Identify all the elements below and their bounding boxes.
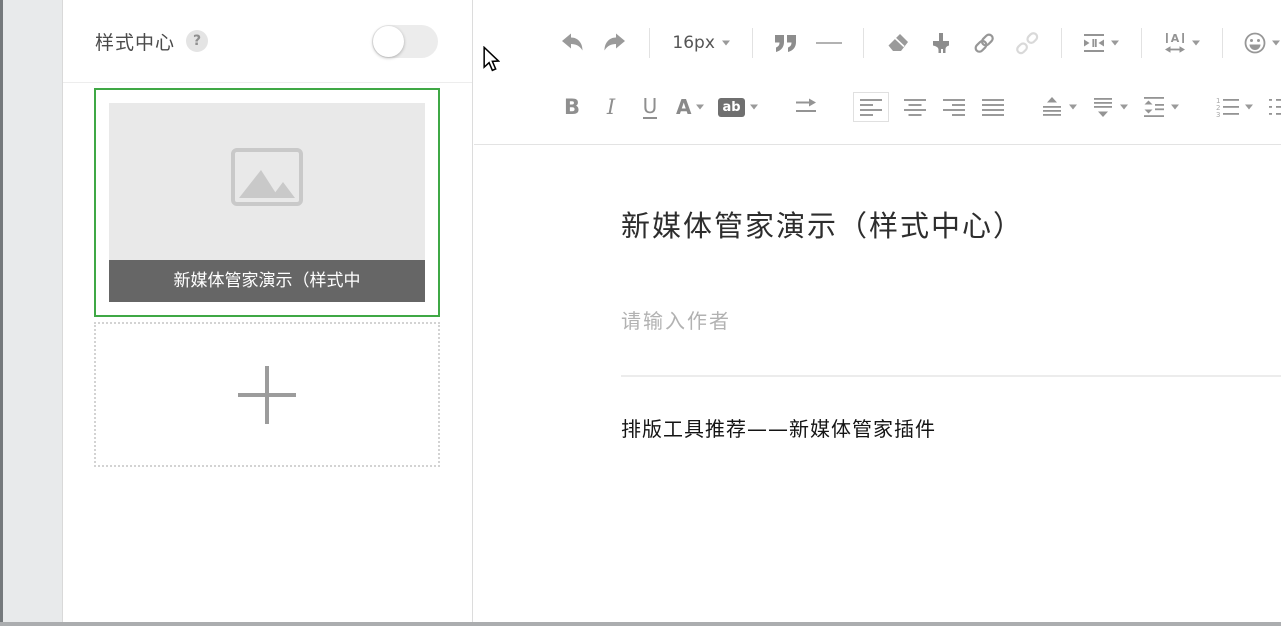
space-after-icon — [1091, 96, 1115, 118]
template-thumbnail: 新媒体管家演示（样式中 — [109, 103, 425, 302]
unlink-icon[interactable] — [1014, 26, 1040, 60]
chevron-down-icon — [1192, 40, 1201, 46]
side-margin-dropdown[interactable] — [1082, 31, 1120, 55]
template-caption: 新媒体管家演示（样式中 — [109, 260, 425, 302]
letter-spacing-dropdown[interactable]: A — [1163, 31, 1201, 55]
panel-title: 样式中心 — [95, 28, 175, 55]
editor-panel: 16px — [474, 0, 1281, 622]
chevron-down-icon — [696, 104, 705, 110]
chevron-down-icon — [1272, 40, 1281, 46]
toggle-knob — [373, 26, 404, 57]
svg-text:A: A — [1170, 32, 1179, 45]
link-icon[interactable] — [971, 26, 997, 60]
highlight-color-button: ab — [718, 98, 744, 117]
align-justify-button[interactable] — [980, 90, 1006, 124]
first-line-indent-button[interactable] — [793, 90, 819, 124]
ordered-list-dropdown[interactable]: 1 2 3 — [1214, 96, 1254, 118]
underline-button[interactable]: U — [643, 95, 658, 119]
add-style-button[interactable] — [94, 322, 440, 467]
style-template-card[interactable]: 新媒体管家演示（样式中 — [94, 88, 440, 317]
chevron-down-icon — [1120, 104, 1129, 110]
line-height-icon — [1142, 96, 1166, 118]
format-painter-icon[interactable] — [928, 26, 954, 60]
chevron-down-icon — [1245, 104, 1254, 110]
align-left-button[interactable] — [853, 92, 889, 122]
space-before-dropdown[interactable] — [1040, 96, 1078, 118]
article-body-text[interactable]: 排版工具推荐——新媒体管家插件 — [621, 413, 936, 442]
author-input-placeholder[interactable]: 请输入作者 — [621, 305, 731, 334]
toolbar-row-2: B I U A ab — [474, 76, 1281, 138]
horizontal-rule-button[interactable] — [816, 26, 842, 60]
chevron-down-icon — [750, 104, 759, 110]
letter-spacing-icon: A — [1163, 31, 1187, 55]
toolbar-row-1: 16px — [474, 10, 1281, 76]
bottom-window-edge — [0, 622, 1281, 626]
chevron-down-icon — [1069, 104, 1078, 110]
font-color-button: A — [676, 95, 691, 119]
font-size-value: 16px — [670, 33, 716, 53]
unordered-list-button[interactable] — [1267, 90, 1281, 124]
style-center-toggle[interactable] — [372, 25, 438, 58]
emoji-dropdown[interactable] — [1243, 31, 1281, 55]
chevron-down-icon — [1111, 40, 1120, 46]
highlight-color-dropdown[interactable]: ab — [718, 98, 758, 117]
blockquote-button[interactable] — [773, 26, 799, 60]
font-color-dropdown[interactable]: A — [676, 95, 705, 119]
chevron-down-icon — [722, 40, 731, 46]
space-after-dropdown[interactable] — [1091, 96, 1129, 118]
emoji-icon — [1243, 31, 1267, 55]
font-size-dropdown[interactable]: 16px — [670, 33, 730, 53]
italic-button[interactable]: I — [598, 90, 624, 124]
chevron-down-icon — [1171, 104, 1180, 110]
editor-toolbar: 16px — [474, 0, 1281, 145]
help-icon[interactable]: ? — [186, 30, 208, 52]
redo-button[interactable] — [602, 26, 628, 60]
align-right-button[interactable] — [941, 90, 967, 124]
space-before-icon — [1040, 96, 1064, 118]
plus-icon — [237, 365, 297, 425]
eraser-icon[interactable] — [885, 26, 911, 60]
style-center-header: 样式中心 ? — [63, 0, 472, 83]
bold-button[interactable]: B — [559, 90, 585, 124]
line-height-dropdown[interactable] — [1142, 96, 1180, 118]
image-placeholder-icon — [231, 148, 303, 210]
side-margin-icon — [1082, 31, 1106, 55]
style-center-panel: 样式中心 ? 新媒体管家演示（样式中 — [62, 0, 473, 622]
title-divider — [621, 375, 1281, 377]
ordered-list-icon: 1 2 3 — [1214, 96, 1240, 118]
svg-text:3: 3 — [1216, 111, 1220, 118]
align-center-button[interactable] — [902, 90, 928, 124]
undo-button[interactable] — [559, 26, 585, 60]
left-gutter — [3, 0, 62, 626]
article-title-field[interactable]: 新媒体管家演示（样式中心） — [621, 203, 1024, 245]
